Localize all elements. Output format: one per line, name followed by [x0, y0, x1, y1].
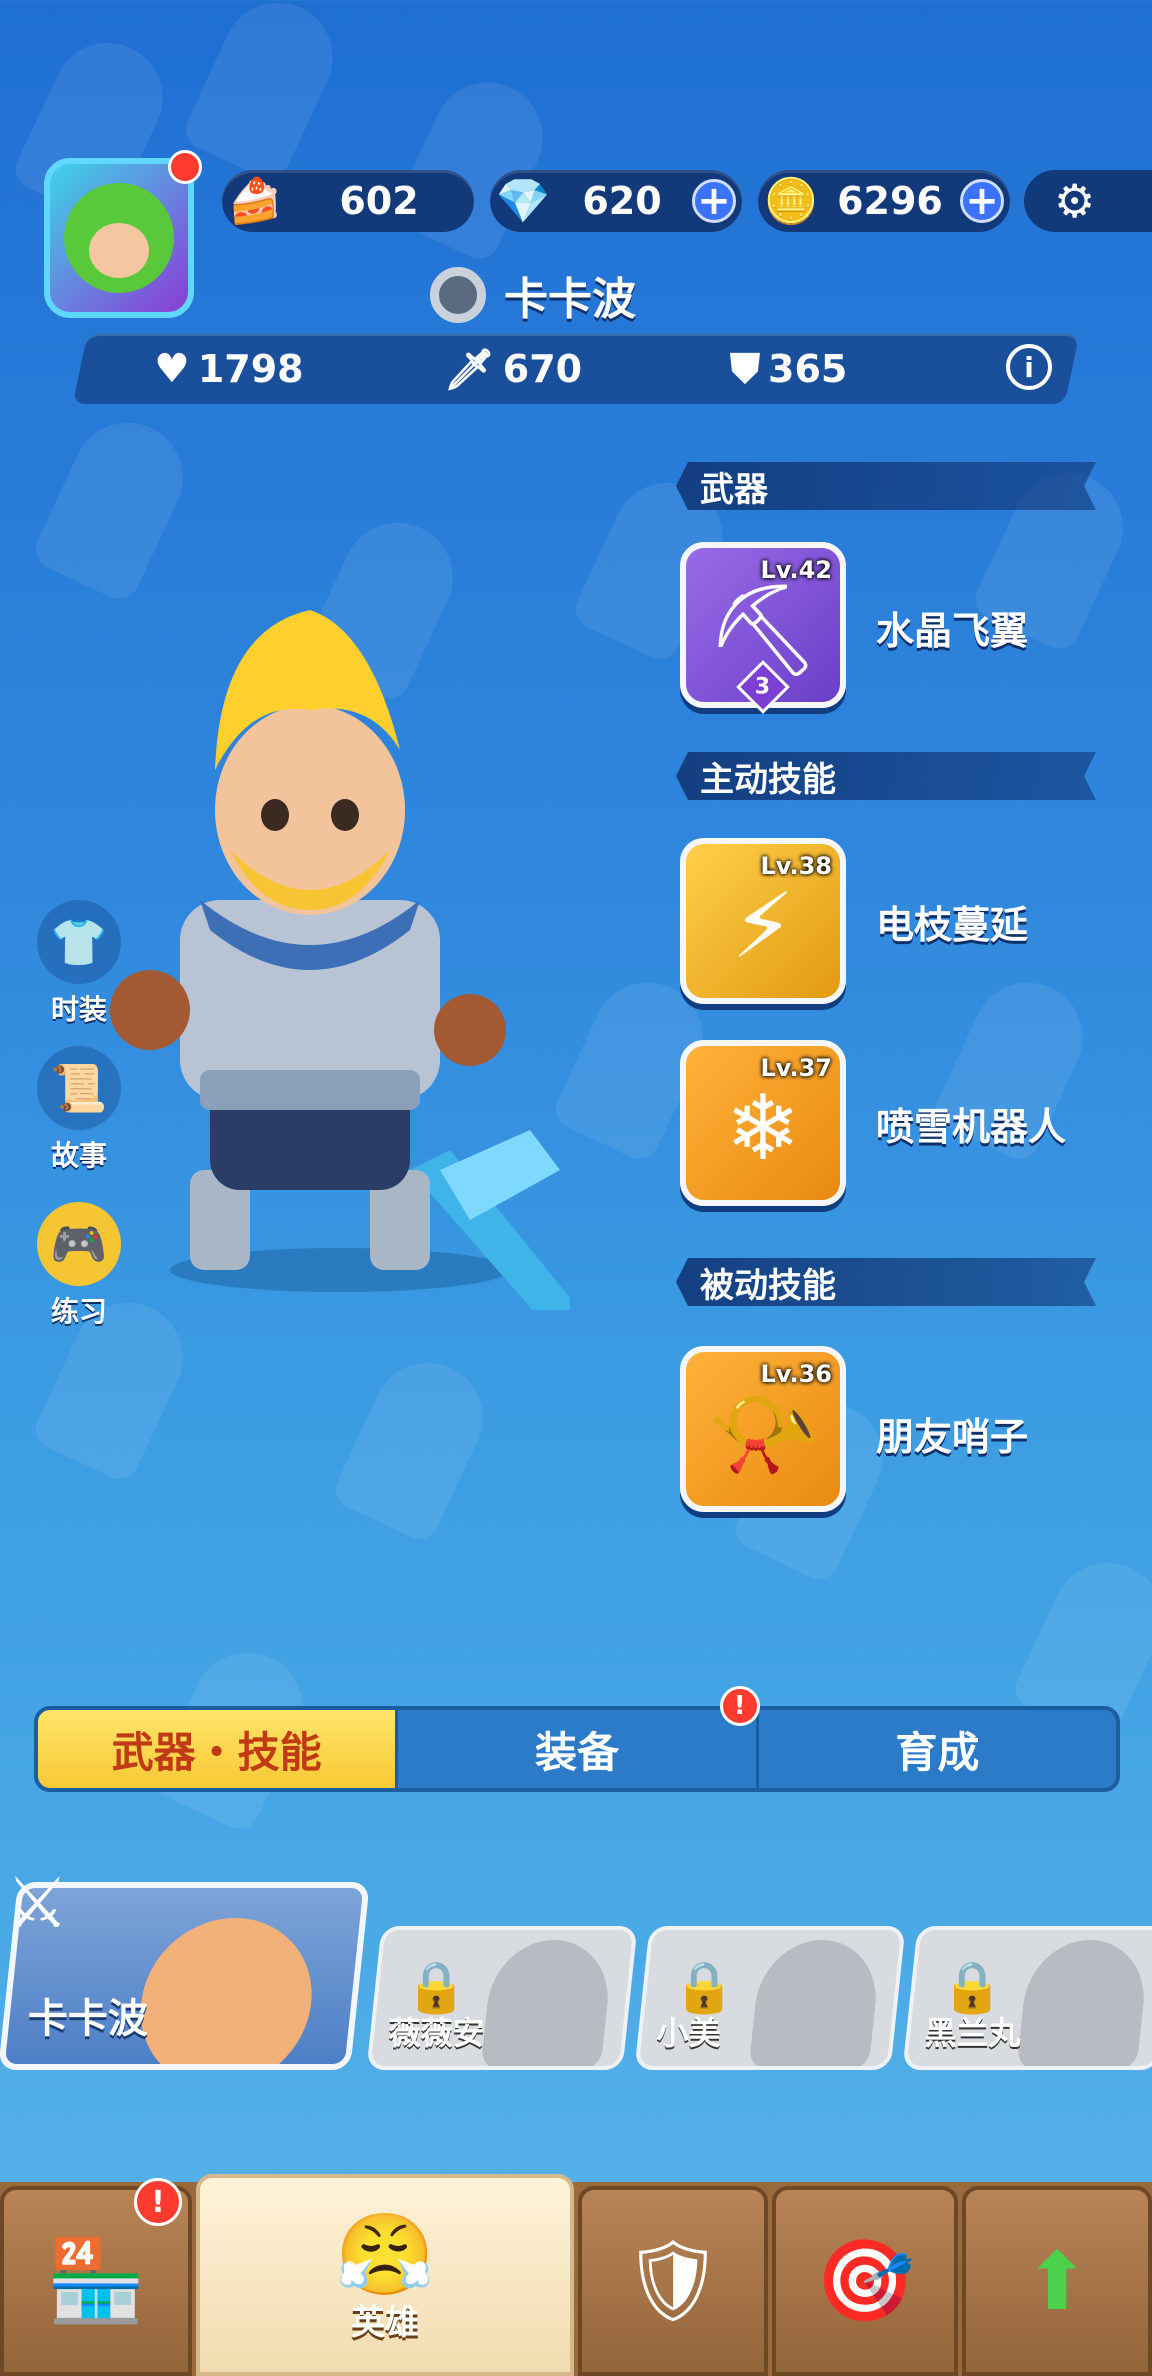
defense-value: 365: [768, 347, 848, 391]
hero-card-name: 卡卡波: [27, 1996, 148, 2042]
equipment-alert-icon: !: [719, 1686, 760, 1726]
gem-count: 620: [582, 179, 662, 223]
hero-character-model[interactable]: [110, 610, 570, 1310]
story-label: 故事: [50, 1139, 107, 1172]
attack-stat: 🗡 670: [444, 336, 582, 402]
coin-icon: 🪙: [763, 176, 819, 227]
add-coins-button[interactable]: +: [960, 178, 1004, 224]
passive-skill-card-1[interactable]: 📯 Lv.36: [680, 1346, 846, 1512]
gear-icon: ⚙: [1054, 174, 1096, 228]
target-dart-icon: 🎯: [815, 2234, 915, 2327]
sword-icon: 🗡: [444, 346, 495, 393]
active-skill-1-level: Lv.38: [760, 852, 833, 880]
weapon-card[interactable]: ⛏ Lv.42 3: [680, 542, 846, 714]
rank-ring-icon: [430, 267, 486, 323]
weapon-level: Lv.42: [760, 556, 833, 584]
cake-resource: 🍰 602: [222, 170, 474, 232]
hp-value: 1798: [197, 347, 304, 391]
nav-battle[interactable]: 🛡: [578, 2186, 768, 2376]
info-icon: i: [1024, 350, 1034, 384]
lightning-burst-icon: ⚡: [731, 874, 795, 979]
gamepad-icon: 🎮: [37, 1202, 121, 1286]
player-name: 卡卡波: [504, 274, 636, 325]
practice-label: 练习: [50, 1295, 107, 1328]
tab-equipment[interactable]: 装备 !: [398, 1686, 760, 1788]
active-skill-1-name: 电枝蔓延: [876, 903, 1029, 947]
battle-shield-icon: 🛡: [622, 2234, 724, 2327]
hp-stat: ♥ 1798: [154, 336, 304, 402]
nav-hero-label: 英雄: [351, 2303, 419, 2343]
shirt-icon: 👕: [37, 900, 121, 984]
whistle-icon: 📯: [706, 1382, 820, 1487]
passive-skill-1-name: 朋友哨子: [876, 1415, 1029, 1459]
passive-skill-section-header: 被动技能: [676, 1258, 1096, 1306]
player-name-row: 卡卡波: [430, 260, 636, 330]
coin-count: 6296: [837, 179, 943, 223]
nav-target[interactable]: 🎯: [772, 2186, 958, 2376]
nav-upgrade[interactable]: ⬆: [962, 2186, 1152, 2376]
active-skill-2-level: Lv.37: [760, 1054, 833, 1082]
practice-button[interactable]: 🎮 练习: [36, 1202, 122, 1330]
shop-stall-icon: 🏪: [46, 2234, 146, 2327]
hero-portrait-icon: [480, 1940, 615, 2070]
hero-portrait-icon: [748, 1940, 883, 2070]
story-button[interactable]: 📜 故事: [36, 1046, 122, 1174]
costume-label: 时装: [50, 993, 107, 1026]
tab-training[interactable]: 育成: [759, 1710, 1116, 1788]
tab-weapon-skill[interactable]: 武器・技能: [38, 1710, 399, 1788]
hero-head-icon: 😤: [335, 2208, 435, 2301]
active-skill-section-label: 主动技能: [700, 759, 836, 800]
weapon-section-label: 武器: [700, 469, 768, 510]
defense-stat: ⛊ 365: [730, 336, 847, 402]
coin-resource: 🪙 6296 +: [758, 170, 1010, 232]
upgrade-arrow-icon: ⬆: [1023, 2234, 1091, 2328]
crossed-swords-icon: ⚔: [6, 1862, 69, 1944]
hero-card-locked[interactable]: 🔒 小美: [634, 1926, 906, 2070]
shield-icon: ⛊: [730, 346, 760, 392]
hero-portrait-icon: [132, 1918, 321, 2070]
hero-card-name: 小美: [656, 2014, 721, 2052]
passive-skill-section-label: 被动技能: [700, 1265, 836, 1306]
gem-icon: 💎: [495, 176, 551, 227]
active-skill-card-2[interactable]: ❄ Lv.37: [680, 1040, 846, 1206]
hero-card-name: 黑兰丸: [924, 2014, 1021, 2052]
avatar-face-icon: [64, 183, 174, 293]
hero-card-name: 薇薇安: [388, 2014, 485, 2052]
hero-detail-tabs: 武器・技能 装备 ! 育成: [34, 1686, 1120, 1792]
passive-skill-1-level: Lv.36: [760, 1360, 833, 1388]
avatar-notification-dot: [168, 150, 202, 184]
tab-weapon-skill-label: 武器・技能: [111, 1727, 322, 1777]
active-skill-card-1[interactable]: ⚡ Lv.38: [680, 838, 846, 1004]
attack-value: 670: [502, 347, 583, 391]
tab-training-label: 育成: [895, 1727, 980, 1777]
cake-icon: 🍰: [227, 176, 283, 227]
snow-robot-icon: ❄: [725, 1076, 801, 1181]
shop-alert-icon: !: [134, 2178, 182, 2226]
hero-card-locked[interactable]: 🔒 薇薇安: [366, 1926, 638, 2070]
player-avatar[interactable]: [44, 150, 202, 318]
nav-shop[interactable]: 🏪 !: [0, 2178, 192, 2376]
costume-button[interactable]: 👕 时装: [36, 900, 122, 1028]
weapon-section-header: 武器: [676, 462, 1096, 510]
active-skill-2-name: 喷雪机器人: [876, 1105, 1067, 1149]
settings-button[interactable]: ⚙: [1024, 170, 1152, 232]
add-gems-button[interactable]: +: [692, 178, 736, 224]
gem-resource: 💎 620 +: [490, 170, 742, 232]
hero-card-locked[interactable]: 🔒 黑兰丸: [902, 1926, 1152, 2070]
weapon-star-value: 3: [755, 674, 771, 700]
nav-hero[interactable]: 😤 英雄: [196, 2174, 574, 2376]
hero-portrait-icon: [1016, 1940, 1151, 2070]
tab-equipment-label: 装备: [534, 1727, 619, 1777]
weapon-name: 水晶飞翼: [876, 609, 1029, 653]
active-skill-section-header: 主动技能: [676, 752, 1096, 800]
cake-count: 602: [339, 179, 419, 223]
scroll-icon: 📜: [37, 1046, 121, 1130]
info-button[interactable]: i: [1006, 344, 1052, 390]
heart-icon: ♥: [154, 346, 190, 392]
